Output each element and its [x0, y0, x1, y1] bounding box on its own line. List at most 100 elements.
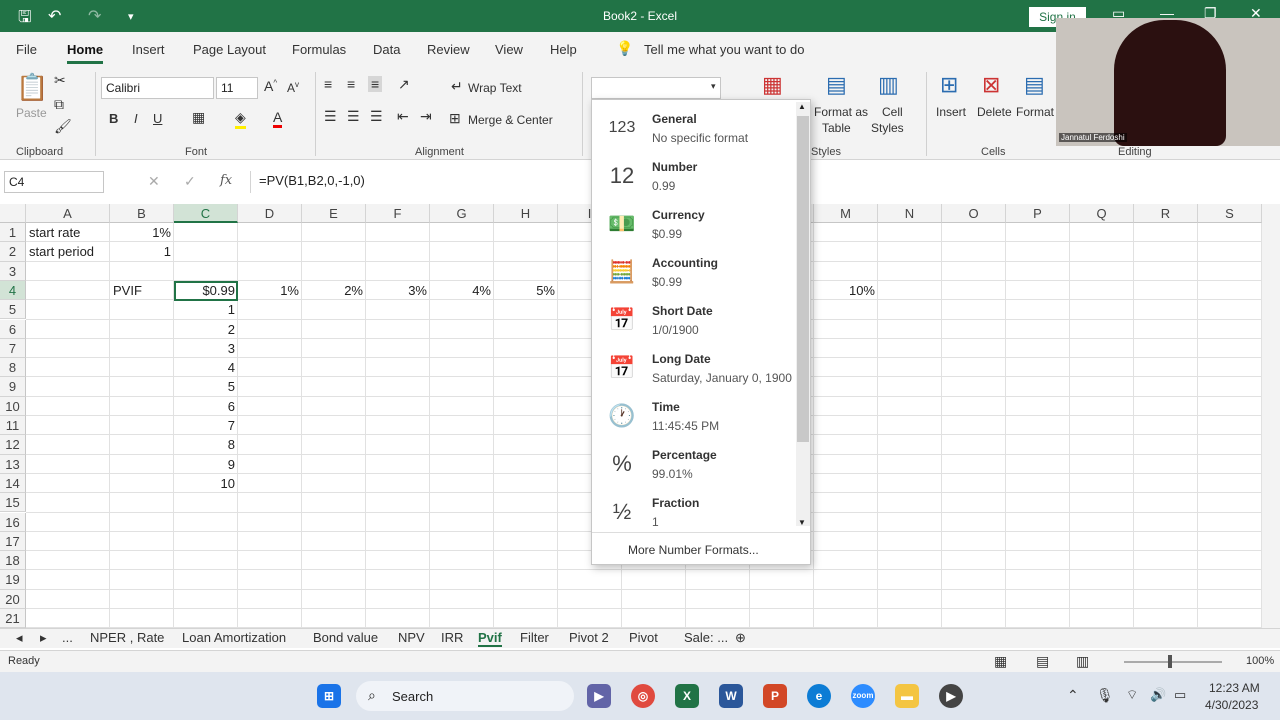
row-header[interactable]: 15	[0, 493, 26, 513]
insert-cells-button[interactable]: Insert	[936, 105, 966, 119]
row-header[interactable]: 12	[0, 435, 26, 455]
zoom-app-icon[interactable]: zoom	[851, 684, 875, 708]
align-bottom-icon[interactable]: ≡	[368, 76, 383, 92]
cell-styles-icon[interactable]: ▥	[878, 72, 899, 98]
row-header[interactable]: 7	[0, 338, 26, 359]
row-header[interactable]: 20	[0, 589, 26, 609]
delete-cells-icon[interactable]: ⊠	[982, 72, 1000, 98]
tab-review[interactable]: Review	[427, 42, 470, 57]
borders-icon[interactable]: ▦	[192, 109, 205, 126]
align-middle-icon[interactable]: ≡	[347, 76, 355, 92]
row-header[interactable]: 9	[0, 377, 26, 397]
tell-me-search[interactable]: Tell me what you want to do	[644, 42, 804, 57]
chrome-icon[interactable]: ◎	[631, 684, 655, 708]
column-header[interactable]: H	[494, 204, 558, 223]
row-header[interactable]: 11	[0, 416, 26, 436]
cell-c6[interactable]: 2	[174, 320, 238, 339]
wrap-text-icon[interactable]: ↵	[451, 78, 463, 95]
cell-a1[interactable]: start rate	[26, 223, 110, 242]
copy-icon[interactable]: ⧉	[54, 96, 64, 113]
name-box[interactable]: C4	[4, 171, 104, 193]
scroll-down-icon[interactable]: ▼	[798, 518, 806, 527]
media-player-icon[interactable]: ▶	[939, 684, 963, 708]
delete-cells-button[interactable]: Delete	[977, 105, 1012, 119]
row-header[interactable]: 19	[0, 570, 26, 590]
number-format-option[interactable]: 🧮 Accounting $0.99	[592, 248, 796, 296]
format-as-table-label2[interactable]: Table	[822, 121, 851, 135]
paste-icon[interactable]: 📋	[16, 72, 48, 103]
sheet-tab[interactable]: IRR	[441, 630, 463, 645]
format-painter-icon[interactable]: 🖌	[54, 118, 72, 135]
format-cells-button[interactable]: Format	[1016, 105, 1054, 119]
vertical-scrollbar[interactable]	[1262, 204, 1280, 628]
paste-label[interactable]: Paste	[16, 106, 47, 120]
cell-m4[interactable]: 10%	[814, 281, 878, 300]
merge-center-button[interactable]: Merge & Center	[468, 113, 553, 127]
cell-c9[interactable]: 5	[174, 377, 238, 396]
clock-time[interactable]: 12:23 AM	[1209, 681, 1260, 695]
wrap-text-button[interactable]: Wrap Text	[468, 81, 522, 95]
column-header[interactable]: E	[302, 204, 366, 223]
enter-icon[interactable]: ✓	[184, 173, 196, 190]
number-format-option[interactable]: % Percentage 99.01%	[592, 440, 796, 488]
sheet-tab[interactable]: Pivot	[629, 630, 658, 645]
bold-button[interactable]: B	[109, 111, 118, 126]
scroll-left-icon[interactable]: ◂	[16, 630, 23, 646]
zoom-level[interactable]: 100%	[1246, 655, 1274, 667]
cell-d4[interactable]: 1%	[238, 281, 302, 300]
column-header[interactable]: O	[942, 204, 1006, 223]
row-header[interactable]: 18	[0, 551, 26, 571]
tab-data[interactable]: Data	[373, 42, 400, 57]
orientation-icon[interactable]: ↗	[398, 76, 410, 93]
add-sheet-icon[interactable]: ⊕	[735, 630, 746, 646]
cell-c12[interactable]: 8	[174, 435, 238, 454]
page-layout-view-icon[interactable]: ▤	[1036, 653, 1049, 670]
column-header[interactable]: P	[1006, 204, 1070, 223]
cell-c10[interactable]: 6	[174, 397, 238, 416]
row-header[interactable]: 10	[0, 396, 26, 416]
sheet-tab[interactable]: Filter	[520, 630, 549, 645]
row-header[interactable]: 4	[0, 280, 26, 301]
font-size-combo[interactable]: 11	[216, 77, 258, 99]
teams-icon[interactable]: ▶	[587, 684, 611, 708]
select-all-corner[interactable]	[0, 204, 26, 223]
cell-e4[interactable]: 2%	[302, 281, 366, 300]
column-header[interactable]: F	[366, 204, 430, 223]
row-header[interactable]: 21	[0, 609, 26, 629]
sheet-tab[interactable]: NPER , Rate	[90, 630, 164, 645]
cell-h4[interactable]: 5%	[494, 281, 558, 300]
cancel-icon[interactable]: ✕	[148, 173, 160, 190]
sheet-tab-active[interactable]: Pvif	[478, 630, 502, 647]
align-center-icon[interactable]: ☰	[347, 108, 360, 125]
tab-home[interactable]: Home	[67, 42, 103, 57]
row-header[interactable]: 6	[0, 319, 26, 339]
number-format-option[interactable]: 12 Number 0.99	[592, 152, 796, 200]
number-format-option[interactable]: ½ Fraction 1	[592, 488, 796, 536]
number-format-option[interactable]: 📅 Short Date 1/0/1900	[592, 296, 796, 344]
taskbar-search[interactable]: ⌕ Search	[356, 681, 574, 711]
decrease-indent-icon[interactable]: ⇤	[397, 108, 409, 125]
page-break-view-icon[interactable]: ▥	[1076, 653, 1089, 670]
increase-indent-icon[interactable]: ⇥	[420, 108, 432, 125]
column-header[interactable]: N	[878, 204, 942, 223]
clock-date[interactable]: 4/30/2023	[1205, 698, 1258, 712]
row-header[interactable]: 16	[0, 512, 26, 532]
sheet-tab[interactable]: Loan Amortization	[182, 630, 286, 645]
cell-c11[interactable]: 7	[174, 416, 238, 435]
more-number-formats-link[interactable]: More Number Formats...	[628, 543, 759, 557]
cell-styles-label2[interactable]: Styles	[871, 121, 904, 135]
sheet-tab[interactable]: Sale: ...	[684, 630, 728, 645]
cut-icon[interactable]: ✂	[54, 72, 66, 89]
row-header[interactable]: 17	[0, 531, 26, 552]
sheet-tab-more[interactable]: ...	[62, 630, 73, 645]
cell-f4[interactable]: 3%	[366, 281, 430, 300]
row-header[interactable]: 2	[0, 242, 26, 262]
tab-help[interactable]: Help	[550, 42, 577, 57]
row-header[interactable]: 3	[0, 261, 26, 281]
cell-c13[interactable]: 9	[174, 455, 238, 474]
column-header[interactable]: D	[238, 204, 302, 223]
font-color-icon[interactable]: A	[273, 109, 283, 128]
insert-cells-icon[interactable]: ⊞	[940, 72, 958, 98]
scroll-up-icon[interactable]: ▲	[798, 102, 806, 111]
cell-c8[interactable]: 4	[174, 358, 238, 377]
